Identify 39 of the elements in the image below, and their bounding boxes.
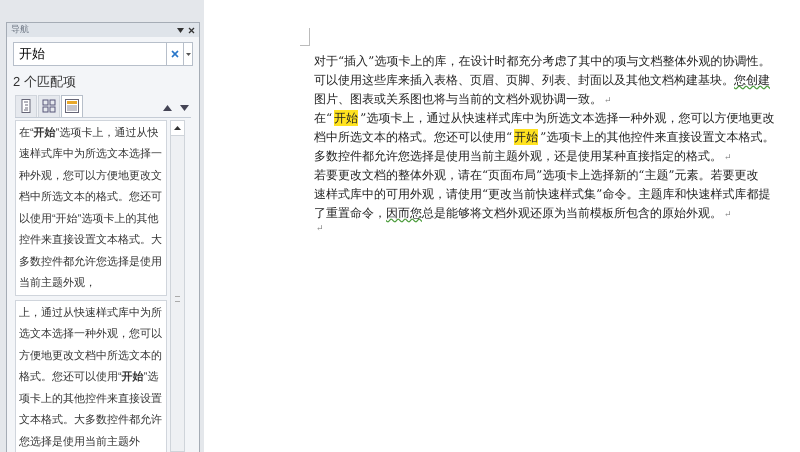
page-thumbnails-icon (42, 99, 56, 113)
document-text: 档中所选文本的格式。您还可以使用“ (314, 129, 512, 146)
paragraph-mark: ↵ (316, 223, 324, 236)
document-text: 总是能够将文档外观还原为当前模板所包含的原始外观。 (422, 205, 722, 222)
pane-title: 导航 (11, 23, 29, 36)
highlighted-text: 开始 (334, 110, 358, 126)
caret-icon (186, 52, 190, 56)
document-text: ”选项卡上，通过从快速样式库中为所选文本选择一种外观，您可以方便地更改 (360, 110, 774, 127)
pane-tab[interactable] (15, 94, 37, 116)
document-text: ”选项卡上的其他控件来直接设置文本格式。 (540, 129, 774, 146)
document-text: 了重置命令， (314, 205, 386, 222)
paragraph-mark: ↵ (724, 152, 732, 165)
paragraph-mark: ↵ (724, 209, 732, 222)
grammar-underlined-text: 您创建 (734, 72, 770, 89)
headings-icon (21, 99, 31, 113)
document-text: 速样式库中的可用外观，请使用“更改当前快速样式集”命令。主题库和快速样式库都提 (314, 186, 770, 203)
pane-tab[interactable] (38, 94, 60, 116)
next-result-icon[interactable] (180, 104, 189, 110)
clear-search-button[interactable] (167, 42, 183, 66)
pane-tab[interactable] (61, 94, 83, 116)
search-field[interactable]: 开始 (13, 42, 167, 66)
document-text: 对于“插入”选项卡上的库，在设计时都充分考虑了其中的项与文档整体外观的协调性。 (314, 53, 770, 70)
match-count: 2 个匹配项 (12, 73, 77, 91)
paragraph-mark: ↵ (604, 95, 612, 108)
document-text: 图片、图表或关系图也将与当前的文档外观协调一致。 (314, 91, 602, 108)
previous-result-icon[interactable] (163, 104, 172, 110)
scroll-up-icon[interactable] (174, 126, 181, 130)
close-icon[interactable] (188, 26, 195, 34)
dropdown-arrow-icon[interactable] (177, 28, 184, 32)
highlighted-text: 开始 (514, 129, 538, 145)
document-text: 可以使用这些库来插入表格、页眉、页脚、列表、封面以及其他文档构建基块。 (314, 72, 734, 89)
document-text: 在“ (314, 110, 332, 127)
scrollbar[interactable] (170, 120, 185, 452)
document-text: 若要更改文档的整体外观，请在“页面布局”选项卡上选择新的“主题”元素。若要更改 (314, 167, 759, 184)
grammar-underlined-text: 因而您 (386, 205, 422, 222)
document-text: 多数控件都允许您选择是使用当前主题外观，还是使用某种直接指定的格式。 (314, 148, 722, 165)
search-options-button[interactable] (183, 42, 193, 66)
search-results-icon (65, 99, 79, 113)
clear-icon (171, 50, 179, 58)
